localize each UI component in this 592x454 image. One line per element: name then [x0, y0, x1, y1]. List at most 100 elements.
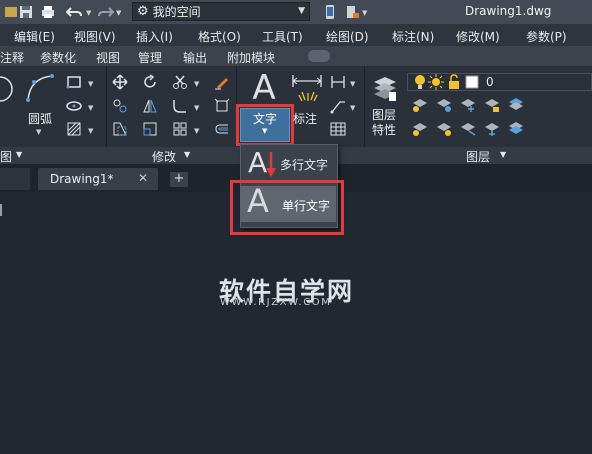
current-layer-name: 0 — [486, 75, 494, 89]
modify-panel-dropdown-icon[interactable]: ▼ — [184, 150, 190, 159]
array-icon[interactable] — [172, 121, 188, 137]
stretch-icon[interactable] — [112, 121, 128, 137]
share-icon[interactable] — [344, 4, 360, 20]
title-bar: ▼ ▼ ⚙ 我的空间 ▼ ▼ Drawing1.dwg — [0, 0, 592, 24]
chevron-down-icon: ▼ — [298, 6, 305, 16]
workspace-select[interactable]: ⚙ 我的空间 ▼ — [132, 2, 310, 21]
tab-manage[interactable]: 管理 — [138, 49, 162, 66]
menu-item-multiline-text[interactable]: 多行文字 — [280, 156, 328, 173]
print-icon[interactable] — [40, 4, 56, 20]
tab-parametric[interactable]: 参数化 — [40, 49, 76, 66]
sun-icon[interactable] — [428, 74, 444, 90]
dimension-burst-icon[interactable] — [296, 88, 320, 102]
menu-item-view[interactable]: 视图(V) — [74, 28, 116, 45]
undo-icon[interactable] — [66, 4, 82, 20]
menu-bar: 编辑(E) 视图(V) 插入(I) 格式(O) 工具(T) 绘图(D) 标注(N… — [0, 24, 592, 46]
menu-item-modify[interactable]: 修改(M) — [456, 28, 500, 45]
menu-item-insert[interactable]: 插入(I) — [136, 28, 173, 45]
layer-match-icon[interactable] — [412, 121, 428, 137]
erase-icon[interactable] — [214, 74, 230, 90]
ribbon-toggle-button[interactable] — [308, 50, 330, 62]
highlight-box-text-button — [236, 104, 294, 146]
menu-item-format[interactable]: 格式(O) — [198, 28, 241, 45]
layer-properties-label-line2: 特性 — [372, 123, 397, 137]
trim-icon[interactable] — [172, 74, 188, 90]
mobile-icon[interactable] — [322, 4, 338, 20]
layer-walk-icon[interactable] — [484, 121, 500, 137]
rectangle-icon[interactable] — [66, 74, 82, 90]
tab-annotate[interactable]: 注释 — [0, 49, 24, 66]
fillet-icon[interactable] — [172, 98, 188, 114]
scale-icon[interactable] — [142, 121, 158, 137]
arc-dropdown-icon[interactable]: ▼ — [36, 128, 41, 136]
arc-icon[interactable] — [24, 72, 56, 104]
layer-lock-icon[interactable] — [484, 97, 500, 113]
dimension-style-dropdown-icon[interactable]: ▼ — [350, 80, 355, 88]
ellipse-icon[interactable] — [66, 98, 82, 114]
array-dropdown-icon[interactable]: ▼ — [194, 127, 199, 135]
ribbon-tabs: 注释 参数化 视图 管理 输出 附加模块 — [0, 46, 592, 66]
linear-dimension-icon[interactable] — [292, 74, 322, 88]
move-icon[interactable] — [112, 74, 128, 90]
workspace-label: 我的空间 — [152, 5, 201, 19]
menu-item-tools[interactable]: 工具(T) — [262, 28, 303, 45]
layer-color-swatch-icon[interactable] — [464, 74, 480, 90]
table-icon[interactable] — [330, 121, 346, 137]
watermark-url: WWW.RJZXW.COM — [220, 297, 332, 308]
text-large-icon[interactable]: A — [244, 70, 284, 106]
layer-merge-icon[interactable] — [508, 121, 524, 137]
tab-view[interactable]: 视图 — [96, 49, 120, 66]
hatch-dropdown-icon[interactable]: ▼ — [88, 127, 93, 135]
explode-icon[interactable] — [214, 98, 230, 114]
layer-freeze-icon[interactable] — [460, 97, 476, 113]
circle-icon[interactable] — [0, 74, 14, 104]
layer-properties-label-line1: 图层 — [372, 108, 397, 122]
document-tab-label: Drawing1* — [50, 172, 114, 186]
undo-dropdown-icon[interactable]: ▼ — [86, 9, 91, 17]
arc-label: 圆弧 — [28, 112, 53, 126]
close-icon[interactable]: ✕ — [138, 171, 148, 185]
layer-isolate-icon[interactable] — [436, 97, 452, 113]
start-tab[interactable] — [0, 168, 30, 190]
redo-dropdown-icon[interactable]: ▼ — [116, 9, 121, 17]
menu-item-dimension[interactable]: 标注(N) — [392, 28, 434, 45]
leader-dropdown-icon[interactable]: ▼ — [350, 104, 355, 112]
layer-properties-icon[interactable] — [372, 74, 398, 104]
ellipse-dropdown-icon[interactable]: ▼ — [88, 104, 93, 112]
bulb-icon[interactable] — [412, 74, 428, 90]
layer-properties-label: 图层 特性 — [372, 108, 396, 138]
menu-item-draw[interactable]: 绘图(D) — [326, 28, 369, 45]
viewport-control-mark — [0, 204, 2, 216]
layer-unisolate-icon[interactable] — [460, 121, 476, 137]
redo-icon[interactable] — [98, 4, 114, 20]
modify-panel-title[interactable]: 修改 — [152, 148, 176, 165]
draw-panel-dropdown-icon[interactable]: ▼ — [16, 150, 22, 159]
layers-panel-dropdown-icon[interactable]: ▼ — [500, 150, 506, 159]
layer-stack-icon[interactable] — [508, 97, 524, 113]
menu-item-parametric[interactable]: 参数(P) — [526, 28, 567, 45]
save-icon[interactable] — [18, 4, 34, 20]
layers-panel-title[interactable]: 图层 — [466, 148, 490, 165]
layer-previous-icon[interactable] — [436, 121, 452, 137]
quick-access-dropdown-icon[interactable]: ▼ — [362, 9, 367, 17]
gear-icon: ⚙ — [137, 4, 149, 19]
offset-icon[interactable] — [214, 121, 230, 137]
draw-panel-title[interactable]: 图 — [0, 148, 12, 165]
rotate-icon[interactable] — [142, 74, 158, 90]
fillet-dropdown-icon[interactable]: ▼ — [194, 104, 199, 112]
leader-icon[interactable] — [330, 98, 346, 114]
tab-addins[interactable]: 附加模块 — [227, 49, 275, 66]
layer-off-icon[interactable] — [412, 97, 428, 113]
new-tab-button[interactable]: + — [170, 172, 188, 187]
mirror-icon[interactable] — [142, 98, 158, 114]
tab-output[interactable]: 输出 — [183, 49, 207, 66]
document-title: Drawing1.dwg — [465, 4, 552, 18]
rectangle-dropdown-icon[interactable]: ▼ — [88, 80, 93, 88]
menu-item-edit[interactable]: 编辑(E) — [14, 28, 55, 45]
dimension-label: 标注 — [293, 112, 318, 126]
dimension-style-icon[interactable] — [330, 74, 346, 90]
unlock-icon[interactable] — [446, 74, 462, 90]
copy-icon[interactable] — [112, 98, 128, 114]
hatch-icon[interactable] — [66, 121, 82, 137]
trim-dropdown-icon[interactable]: ▼ — [194, 80, 199, 88]
